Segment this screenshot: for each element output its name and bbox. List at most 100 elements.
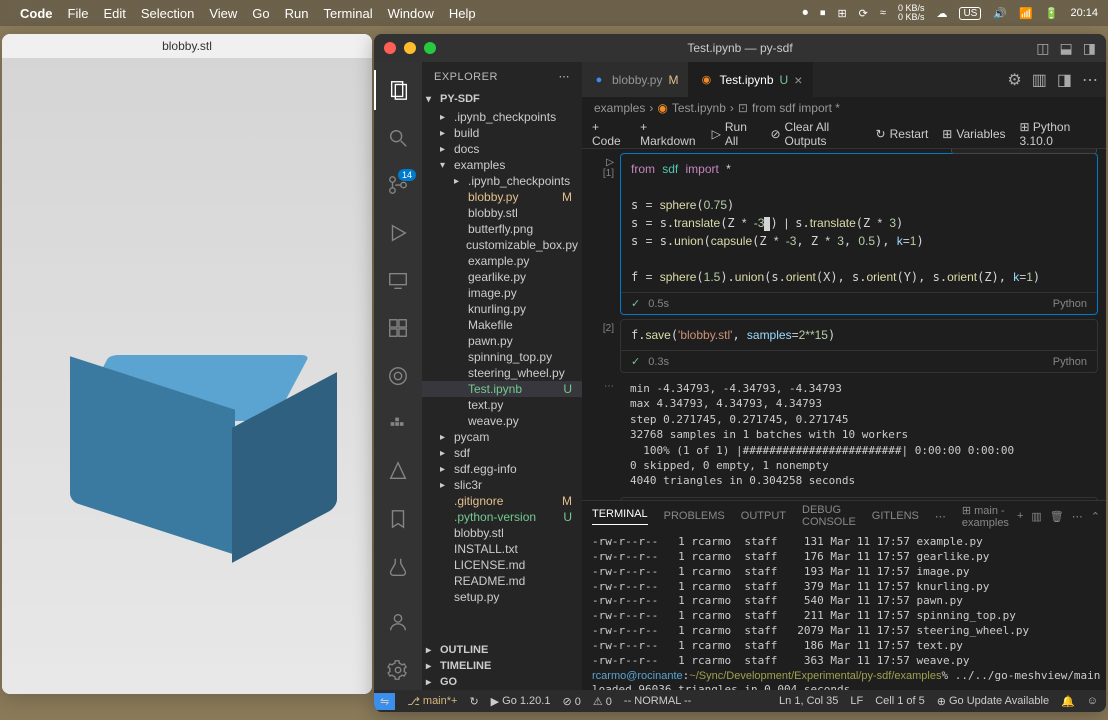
kernel-selector[interactable]: ⊞ Python 3.10.0	[1020, 120, 1097, 148]
app-name[interactable]: Code	[20, 6, 53, 21]
menu-terminal[interactable]: Terminal	[324, 6, 373, 21]
search-activity[interactable]	[374, 118, 422, 158]
run-debug-activity[interactable]	[374, 213, 422, 253]
zoom-window-button[interactable]	[424, 42, 436, 54]
tree-item-pycam[interactable]: ▸pycam	[422, 429, 582, 445]
code-editor[interactable]: from sdf import * s = sphere(0.75) s = s…	[621, 154, 1097, 292]
stl-viewport[interactable]	[2, 58, 372, 694]
scm-activity[interactable]: 14	[374, 165, 422, 205]
testing-activity[interactable]	[374, 547, 422, 587]
split-terminal-icon[interactable]: ▥	[1031, 510, 1041, 523]
layout-bottom-icon[interactable]: ⬓	[1060, 40, 1073, 57]
tree-item-setup-py[interactable]: setup.py	[422, 589, 582, 605]
split-cell-icon[interactable]: ▤	[1026, 149, 1046, 151]
tree-item-INSTALL-txt[interactable]: INSTALL.txt	[422, 541, 582, 557]
loop-icon[interactable]: ⟳	[859, 7, 868, 20]
stl-titlebar[interactable]: blobby.stl	[2, 34, 372, 58]
tree-item-README-md[interactable]: README.md	[422, 573, 582, 589]
tree-item-Makefile[interactable]: Makefile	[422, 317, 582, 333]
tree-item-blobby-py[interactable]: blobby.pyM	[422, 189, 582, 205]
run-all-button[interactable]: ▷Run All	[712, 120, 757, 148]
kill-terminal-icon[interactable]: 🗑	[1050, 510, 1064, 523]
menu-edit[interactable]: Edit	[103, 6, 125, 21]
tree-item-weave-py[interactable]: weave.py	[422, 413, 582, 429]
tree-item-build[interactable]: ▸build	[422, 125, 582, 141]
volume-icon[interactable]: 🔊	[993, 7, 1007, 20]
tree-item-image-py[interactable]: image.py	[422, 285, 582, 301]
terminal-session[interactable]: ⊞ main - examples	[962, 504, 1009, 529]
notebook-cell-2[interactable]: c = rounded_box((50,50,30),2)	[586, 497, 1098, 500]
execute-below-icon[interactable]: ▷▷	[1002, 149, 1022, 151]
accounts-activity[interactable]	[374, 603, 422, 643]
panel-overflow-icon[interactable]: ⋯	[1072, 510, 1083, 523]
tree-item-Test-ipynb[interactable]: Test.ipynbU	[422, 381, 582, 397]
tree-item-customizable_box-py[interactable]: customizable_box.py	[422, 237, 582, 253]
battery-icon[interactable]: 🔋	[1045, 7, 1059, 20]
tab-blobby[interactable]: ● blobby.py M	[582, 62, 689, 97]
variables-button[interactable]: ⊞Variables	[942, 127, 1005, 141]
feedback-icon[interactable]: ☺	[1087, 695, 1098, 708]
notebook-cell-0[interactable]: ▷[1]⇥▷▷▷▤🗑⋯from sdf import * s = sphere(…	[586, 153, 1098, 315]
layout-left-icon[interactable]: ◫	[1036, 40, 1049, 57]
cell-indicator[interactable]: Cell 1 of 5	[875, 695, 925, 708]
bookmarks-activity[interactable]	[374, 499, 422, 539]
wave-icon[interactable]: ≈	[880, 7, 886, 19]
restart-kernel-button[interactable]: ↻Restart	[876, 127, 929, 141]
code-editor[interactable]: c = rounded_box((50,50,30),2)	[621, 498, 1097, 500]
menu-file[interactable]: File	[68, 6, 89, 21]
tree-item-sdf[interactable]: ▸sdf	[422, 445, 582, 461]
status-warnings[interactable]: ⚠ 0	[593, 695, 612, 708]
code-editor[interactable]: f.save('blobby.stl', samples=2**15)	[621, 320, 1097, 350]
tree-item--python-version[interactable]: .python-versionU	[422, 509, 582, 525]
more-icon[interactable]: ⋯	[1082, 70, 1098, 90]
close-tab-icon[interactable]: ×	[794, 72, 802, 88]
tree-item-examples[interactable]: ▾examples	[422, 157, 582, 173]
minimize-window-button[interactable]	[404, 42, 416, 54]
input-source[interactable]: US	[959, 7, 981, 20]
outline-section[interactable]: ▸OUTLINE	[422, 642, 582, 658]
tree-item-LICENSE-md[interactable]: LICENSE.md	[422, 557, 582, 573]
go-update[interactable]: ⊕ Go Update Available	[937, 695, 1049, 708]
stop-icon[interactable]: ⏹	[820, 7, 826, 20]
git-branch[interactable]: ⎇ main*+	[407, 695, 457, 708]
menu-selection[interactable]: Selection	[141, 6, 194, 21]
extensions-activity[interactable]	[374, 308, 422, 348]
grid-icon[interactable]: ⊞	[837, 7, 846, 20]
azure-activity[interactable]	[374, 452, 422, 492]
add-markdown-button[interactable]: + Markdown	[640, 120, 697, 148]
tree-item-slic3r[interactable]: ▸slic3r	[422, 477, 582, 493]
status-errors[interactable]: ⊘ 0	[562, 695, 580, 708]
output-tab[interactable]: OUTPUT	[741, 510, 786, 522]
explorer-activity[interactable]	[374, 70, 422, 110]
tree-item--ipynb_checkpoints[interactable]: ▸.ipynb_checkpoints	[422, 109, 582, 125]
tree-item-pawn-py[interactable]: pawn.py	[422, 333, 582, 349]
tab-test-ipynb[interactable]: ◉ Test.ipynb U ×	[689, 62, 813, 97]
tree-item-text-py[interactable]: text.py	[422, 397, 582, 413]
wifi-icon[interactable]: 📶	[1019, 7, 1033, 20]
docker-activity[interactable]	[374, 404, 422, 444]
tree-item-sdf-egg-info[interactable]: ▸sdf.egg-info	[422, 461, 582, 477]
more-cell-icon[interactable]: ⋯	[1074, 149, 1094, 151]
explorer-menu-icon[interactable]: ⋯	[559, 70, 571, 83]
panel-more-icon[interactable]: ⋯	[935, 510, 946, 523]
layout-right-icon[interactable]: ◨	[1083, 40, 1096, 57]
settings-activity[interactable]	[374, 650, 422, 690]
close-window-button[interactable]	[384, 42, 396, 54]
status-sync[interactable]: ↻	[469, 695, 478, 708]
menu-view[interactable]: View	[209, 6, 237, 21]
tree-item-blobby-stl[interactable]: blobby.stl	[422, 525, 582, 541]
maximize-panel-icon[interactable]: ⌃	[1091, 510, 1100, 523]
problems-tab[interactable]: PROBLEMS	[664, 510, 725, 522]
add-code-button[interactable]: + Code	[592, 120, 626, 148]
tree-item-gearlike-py[interactable]: gearlike.py	[422, 269, 582, 285]
cloud-icon[interactable]: ☁	[936, 7, 947, 20]
menu-window[interactable]: Window	[388, 6, 434, 21]
notifications-icon[interactable]: 🔔	[1061, 695, 1075, 708]
record-icon[interactable]: ⏺	[802, 7, 808, 20]
new-terminal-icon[interactable]: +	[1017, 510, 1023, 522]
notebook-cell-1[interactable]: [2]f.save('blobby.stl', samples=2**15)✓0…	[586, 319, 1098, 373]
status-go[interactable]: ▶ Go 1.20.1	[491, 695, 551, 708]
clear-outputs-button[interactable]: ⊘Clear All Outputs	[770, 120, 861, 148]
notebook-settings-icon[interactable]: ⚙	[1007, 70, 1021, 90]
debug-console-tab[interactable]: DEBUG CONSOLE	[802, 504, 856, 528]
